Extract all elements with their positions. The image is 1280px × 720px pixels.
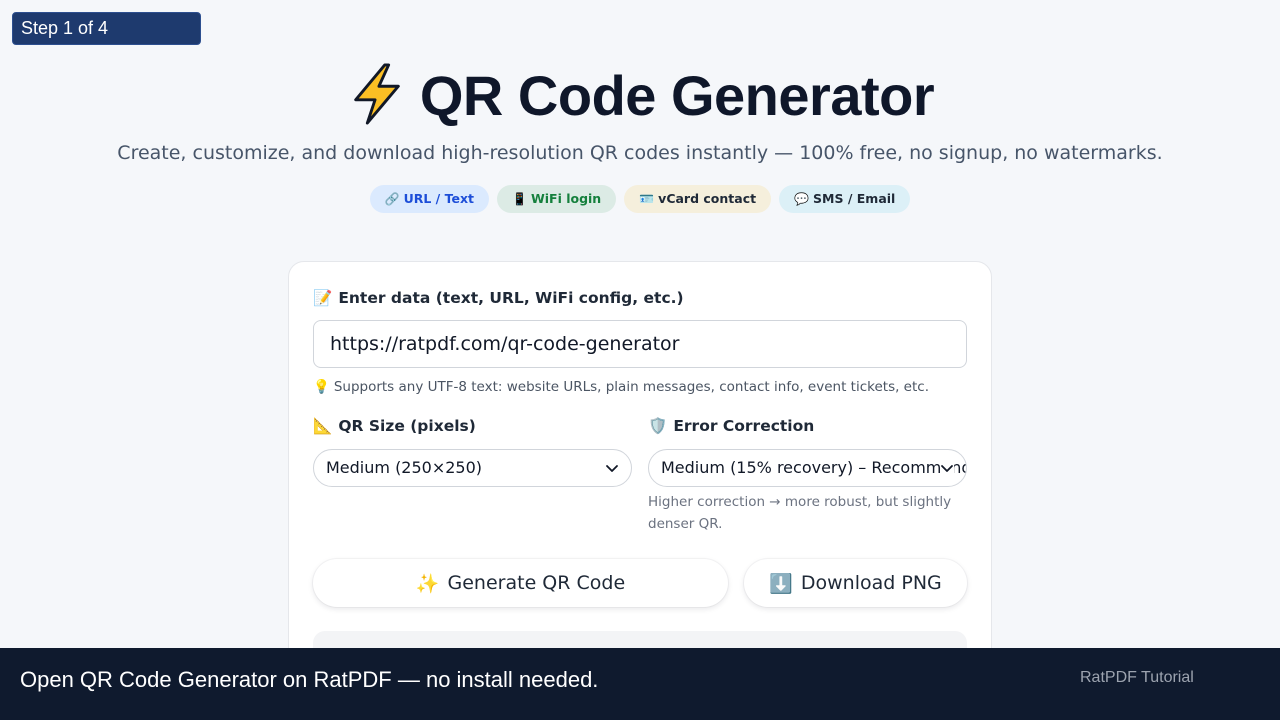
size-select[interactable]: Medium (250×250) — [313, 449, 632, 487]
pill-label: URL / Text — [403, 191, 474, 206]
pill-vcard-contact: 🪪 vCard contact — [624, 185, 772, 213]
ruler-icon: 📐 — [313, 417, 333, 435]
sparkles-icon: ✨ — [415, 572, 440, 595]
chevron-down-icon — [606, 465, 618, 472]
error-correction-label: 🛡️ Error Correction — [648, 417, 814, 435]
page-title: QR Code Generator — [0, 60, 1280, 132]
pill-label: WiFi login — [530, 191, 602, 206]
tutorial-caption-bar: Open QR Code Generator on RatPDF — no in… — [0, 648, 1280, 720]
tutorial-caption: Open QR Code Generator on RatPDF — no in… — [20, 667, 599, 692]
pill-label: vCard contact — [658, 191, 757, 206]
link-icon: 🔗 — [384, 192, 400, 206]
data-hint-text: Supports any UTF-8 text: website URLs, p… — [333, 379, 929, 395]
size-label: 📐 QR Size (pixels) — [313, 417, 476, 435]
data-field-label: 📝 Enter data (text, URL, WiFi config, et… — [313, 289, 684, 307]
feature-pills: 🔗 URL / Text 📱 WiFi login 🪪 vCard contac… — [0, 185, 1280, 213]
pill-label: SMS / Email — [813, 191, 896, 206]
page-title-text: QR Code Generator — [419, 64, 935, 127]
phone-icon: 📱 — [512, 192, 527, 206]
speech-bubble-icon: 💬 — [794, 192, 810, 206]
generate-button-label: Generate QR Code — [447, 572, 626, 594]
pill-sms-email: 💬 SMS / Email — [779, 185, 911, 213]
download-arrow-icon: ⬇️ — [769, 572, 793, 595]
pill-url-text: 🔗 URL / Text — [369, 185, 489, 213]
generate-button[interactable]: ✨ Generate QR Code — [313, 559, 728, 607]
error-correction-label-text: Error Correction — [673, 417, 815, 435]
data-hint: 💡 Supports any UTF-8 text: website URLs,… — [313, 379, 929, 395]
chevron-down-icon — [940, 461, 954, 475]
download-button-label: Download PNG — [800, 572, 942, 594]
size-label-text: QR Size (pixels) — [338, 417, 476, 435]
lightbulb-icon: 💡 — [313, 379, 330, 395]
pill-wifi-login: 📱 WiFi login — [497, 185, 617, 213]
page-subtitle: Create, customize, and download high-res… — [117, 142, 1163, 164]
memo-icon: 📝 — [313, 289, 333, 307]
tutorial-brand: RatPDF Tutorial — [1080, 669, 1194, 686]
card-icon: 🪪 — [639, 192, 655, 206]
error-correction-select[interactable]: Medium (15% recovery) – Recommended — [648, 449, 967, 487]
step-badge: Step 1 of 4 — [12, 12, 201, 45]
download-button[interactable]: ⬇️ Download PNG — [744, 559, 967, 607]
data-field-label-text: Enter data (text, URL, WiFi config, etc.… — [338, 289, 684, 307]
lightning-bolt-icon — [346, 63, 408, 142]
size-select-value: Medium (250×250) — [326, 458, 483, 477]
error-correction-note: Higher correction → more robust, but sli… — [648, 494, 952, 532]
data-input[interactable] — [313, 320, 967, 368]
error-correction-select-value: Medium (15% recovery) – Recommended — [661, 458, 967, 477]
shield-icon: 🛡️ — [648, 417, 668, 435]
